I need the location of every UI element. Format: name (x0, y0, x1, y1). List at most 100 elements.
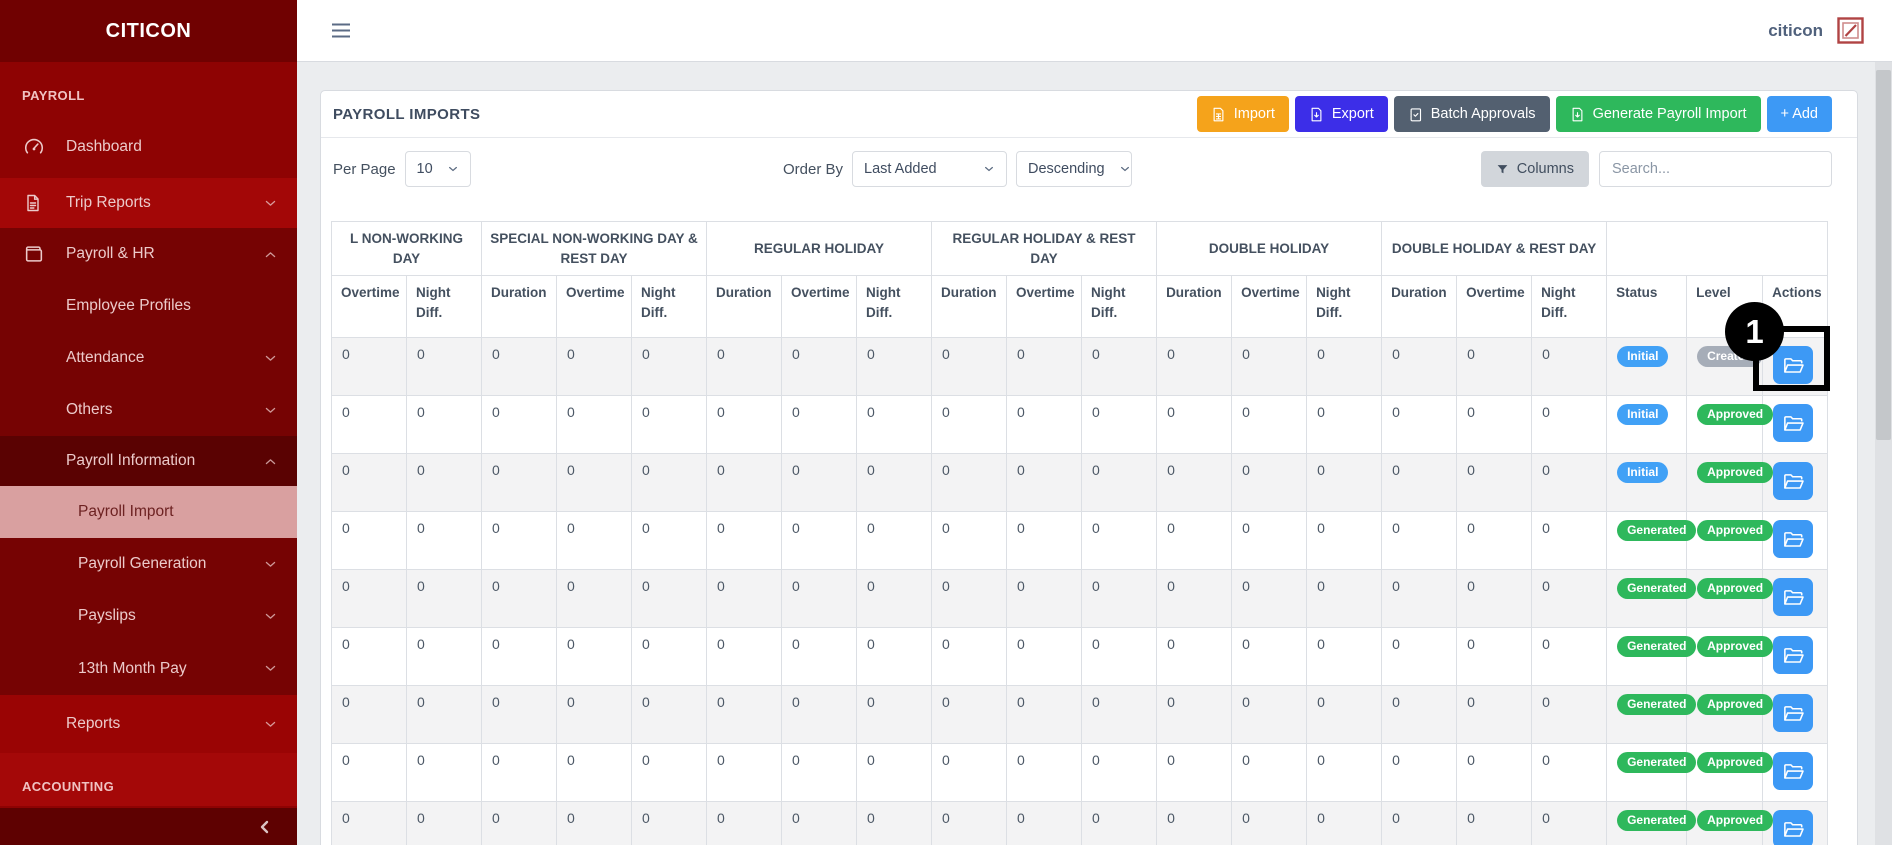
open-record-button[interactable] (1773, 636, 1814, 674)
value-cell: 0 (1006, 743, 1083, 802)
open-record-button[interactable] (1773, 346, 1814, 384)
value-cell: 0 (856, 453, 933, 512)
column-header: Overtime (1456, 275, 1533, 338)
value-cell: 0 (405, 743, 483, 802)
batch-approvals-button[interactable]: Batch Approvals (1393, 96, 1550, 132)
value-cell: 0 (481, 511, 558, 570)
table-row: 0 0 0 0 0 0 0 0 0 0 0 0 0 0 0 0 0 Generated Approved (331, 801, 1829, 845)
status-cell: Initial (1606, 395, 1688, 454)
value-cell: 0 (481, 627, 558, 686)
open-record-button[interactable] (1773, 578, 1814, 616)
value-cell: 0 (931, 395, 1008, 454)
sidebar-item-payslips[interactable]: Payslips (0, 590, 297, 642)
value-cell: 0 (1306, 337, 1383, 396)
value-cell: 0 (706, 569, 783, 628)
funnel-icon (1496, 163, 1509, 176)
value-cell: 0 (1006, 453, 1083, 512)
sidebar-item-13th-month-pay[interactable]: 13th Month Pay (0, 642, 297, 695)
chevron-down-icon (264, 352, 277, 365)
sidebar-item-label: Payslips (78, 607, 136, 624)
value-cell: 0 (331, 801, 407, 845)
gauge-icon (23, 136, 47, 158)
vertical-scrollbar[interactable] (1875, 62, 1892, 845)
sidebar-item-reports[interactable]: Reports (0, 695, 297, 753)
sidebar: CITICON PAYROLL Dashboard Trip Reports Payr… (0, 0, 297, 845)
open-record-button[interactable] (1773, 404, 1814, 442)
value-cell: 0 (1531, 395, 1608, 454)
add-button[interactable]: + Add (1766, 96, 1832, 132)
table-row: 0 0 0 0 0 0 0 0 0 0 0 0 0 0 0 0 0 Initial Created (331, 337, 1829, 396)
menu-toggle-button[interactable] (331, 22, 351, 39)
status-badge: Initial (1617, 346, 1669, 367)
value-cell: 0 (631, 511, 708, 570)
level-badge: Approved (1697, 810, 1774, 831)
columns-button[interactable]: Columns (1480, 151, 1589, 187)
scrollbar-thumb[interactable] (1876, 70, 1891, 440)
open-record-button[interactable] (1773, 462, 1814, 500)
group-header: REGULAR HOLIDAY & REST DAY (931, 221, 1158, 276)
table-header-row: Overtime Night Diff. Duration Overtime Night… (331, 275, 1829, 338)
value-cell: 0 (1006, 511, 1083, 570)
export-button[interactable]: Export (1294, 96, 1388, 132)
sidebar-item-attendance[interactable]: Attendance (0, 332, 297, 384)
level-badge: Approved (1697, 578, 1774, 599)
sidebar-item-payroll-information[interactable]: Payroll Information (0, 436, 297, 486)
level-cell: Approved (1686, 511, 1774, 570)
value-cell: 0 (856, 569, 933, 628)
value-cell: 0 (1531, 685, 1608, 744)
chevron-down-icon (264, 610, 277, 623)
table-row: 0 0 0 0 0 0 0 0 0 0 0 0 0 0 0 0 0 Initial Approved (331, 395, 1829, 454)
value-cell: 0 (331, 511, 407, 570)
value-cell: 0 (1081, 685, 1158, 744)
sidebar-item-payroll-generation[interactable]: Payroll Generation (0, 538, 297, 590)
generate-payroll-import-button[interactable]: Generate Payroll Import (1555, 96, 1761, 132)
company-logo-icon (1837, 17, 1864, 44)
value-cell: 0 (1156, 511, 1233, 570)
sidebar-item-others[interactable]: Others (0, 384, 297, 436)
folder-open-icon (1783, 588, 1804, 607)
status-badge: Generated (1617, 520, 1697, 541)
column-header: Overtime (1231, 275, 1308, 338)
column-header: Duration (1156, 275, 1233, 338)
sidebar-item-label: Reports (66, 715, 121, 732)
value-cell: 0 (1231, 627, 1308, 686)
import-button[interactable]: Import (1196, 96, 1289, 132)
value-cell: 0 (1156, 569, 1233, 628)
value-cell: 0 (1456, 685, 1533, 744)
open-record-button[interactable] (1773, 520, 1814, 558)
value-cell: 0 (781, 395, 858, 454)
group-header (1606, 221, 1829, 276)
value-cell: 0 (631, 453, 708, 512)
value-cell: 0 (1531, 743, 1608, 802)
sidebar-item-employee-profiles[interactable]: Employee Profiles (0, 280, 297, 332)
value-cell: 0 (1081, 395, 1158, 454)
value-cell: 0 (405, 395, 483, 454)
order-direction-select[interactable]: Descending (1016, 151, 1133, 187)
value-cell: 0 (1081, 453, 1158, 512)
status-cell: Generated (1606, 511, 1697, 570)
open-record-button[interactable] (1773, 810, 1814, 845)
value-cell: 0 (556, 395, 633, 454)
sidebar-item-dashboard[interactable]: Dashboard (0, 115, 297, 178)
sidebar-item-trip-reports[interactable]: Trip Reports (0, 178, 297, 228)
value-cell: 0 (1306, 743, 1383, 802)
sidebar-collapse-button[interactable] (0, 808, 297, 845)
value-cell: 0 (781, 453, 858, 512)
table-row: 0 0 0 0 0 0 0 0 0 0 0 0 0 0 0 0 0 Generated Approved (331, 511, 1829, 570)
value-cell: 0 (331, 395, 407, 454)
search-input[interactable] (1599, 151, 1832, 187)
value-cell: 0 (856, 337, 933, 396)
open-record-button[interactable] (1773, 752, 1814, 790)
sidebar-item-payroll-import[interactable]: Payroll Import (0, 486, 297, 538)
value-cell: 0 (631, 743, 708, 802)
sidebar-item-payroll-hr[interactable]: Payroll & HR (0, 228, 297, 280)
order-by-select[interactable]: Last Added (852, 151, 1008, 187)
value-cell: 0 (706, 801, 783, 845)
open-record-button[interactable] (1773, 694, 1814, 732)
chevron-left-icon (257, 819, 273, 835)
level-cell: Approved (1686, 743, 1774, 802)
value-cell: 0 (706, 337, 783, 396)
value-cell: 0 (631, 337, 708, 396)
value-cell: 0 (405, 511, 483, 570)
per-page-select[interactable]: 10 (404, 151, 471, 187)
